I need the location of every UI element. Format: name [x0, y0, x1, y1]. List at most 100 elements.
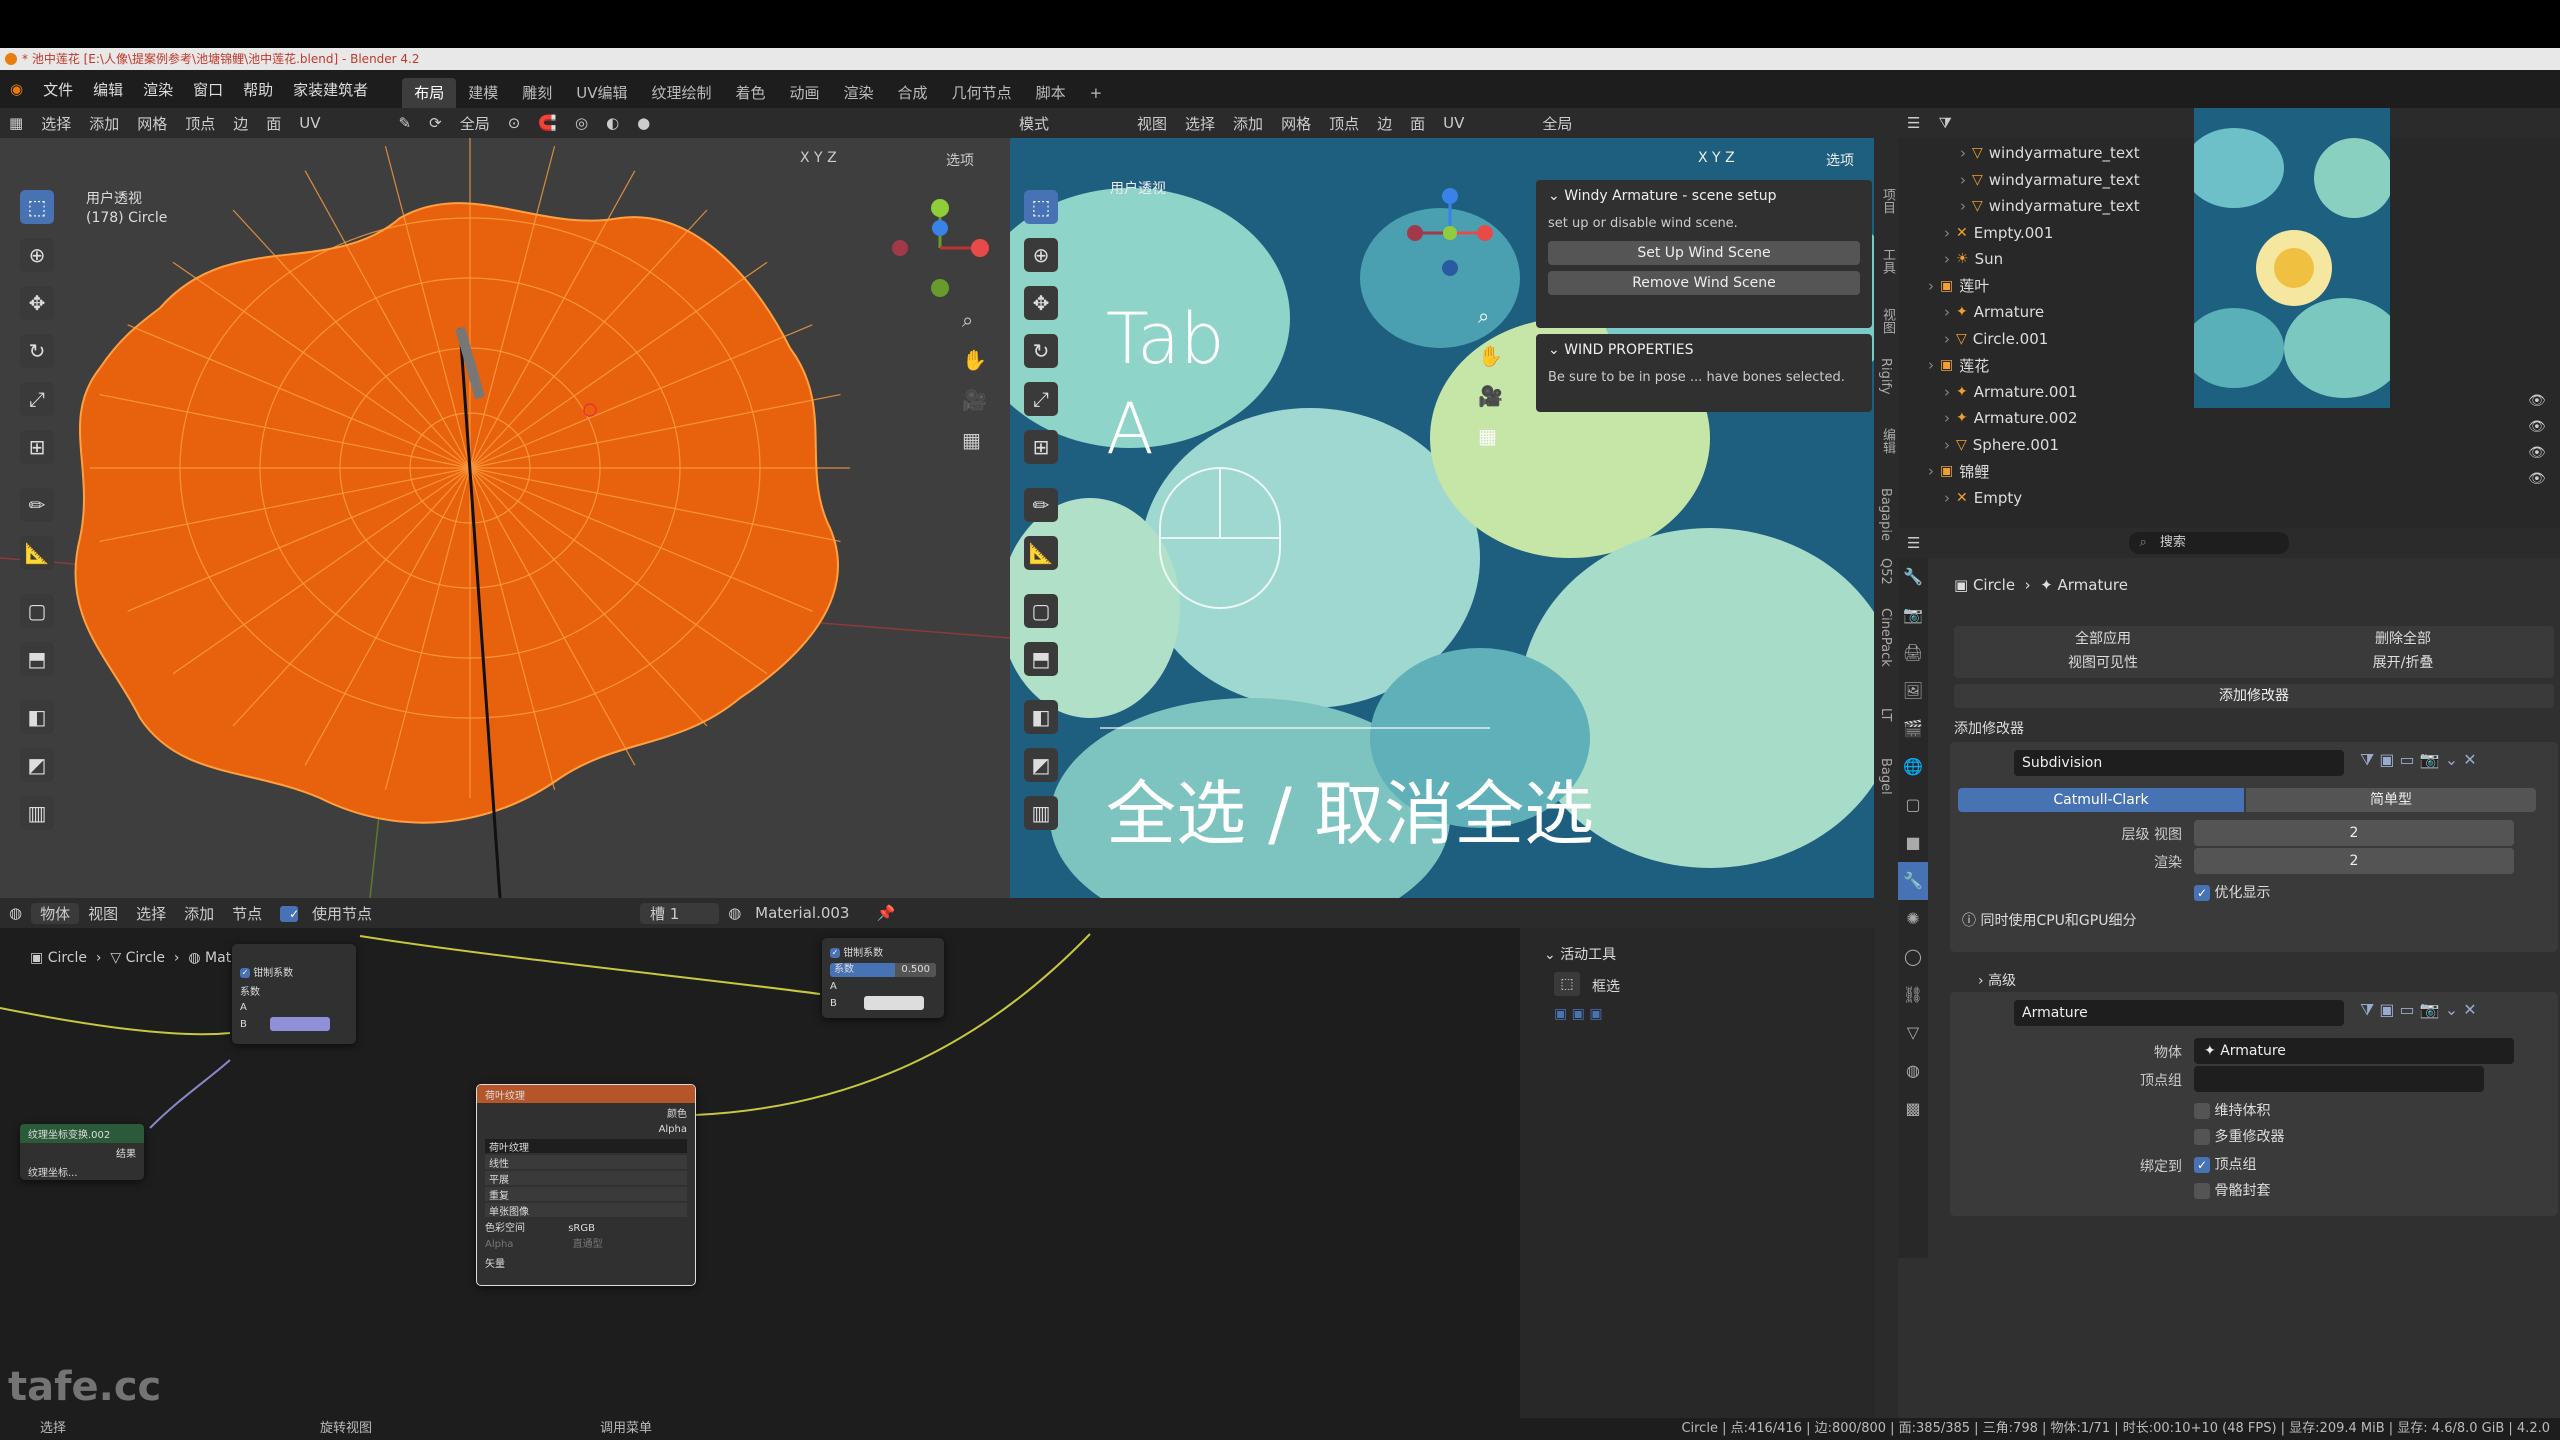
output-tab-icon[interactable]: 🖨 [1898, 634, 1928, 672]
optimal-display-checkbox[interactable]: ✓ 优化显示 [2194, 882, 2270, 902]
expand-chevron-icon[interactable]: › [1944, 330, 1950, 348]
r-select-box-tool[interactable]: ⬚ [1024, 190, 1058, 224]
constraints-tab-icon[interactable]: ⛓ [1898, 976, 1928, 1014]
r-measure-tool[interactable]: 📐 [1024, 536, 1058, 570]
menu-window[interactable]: 窗口 [183, 79, 233, 100]
particles-tab-icon[interactable]: ✺ [1898, 900, 1928, 938]
wind-properties-title[interactable]: ⌄ WIND PROPERTIES [1536, 334, 1872, 366]
texture-vector-input[interactable]: 矢量 [477, 1251, 695, 1274]
add-modifier-button[interactable]: 添加修改器 [1954, 684, 2554, 708]
outliner-row[interactable]: › ▽ windyarmature_text [1898, 167, 2140, 193]
tab-texture-paint[interactable]: 纹理绘制 [639, 78, 723, 108]
expand-chevron-icon[interactable]: › [1944, 489, 1950, 507]
r-zoom-icon[interactable]: ⌕ [1478, 304, 1489, 328]
expand-chevron-icon[interactable]: › [1960, 171, 1966, 189]
right-menu-edge[interactable]: 边 [1368, 113, 1401, 134]
eyedropper-icon[interactable]: ✎ [390, 114, 421, 132]
left-menu-face[interactable]: 面 [257, 113, 290, 134]
axis-toggles[interactable]: X Y Z [800, 150, 837, 166]
camera-view-icon[interactable]: 🎥 [962, 388, 987, 412]
armature-object-field[interactable]: ✦ Armature [2194, 1038, 2514, 1064]
object-tab-icon[interactable]: ■ [1898, 824, 1928, 862]
image-texture-node[interactable]: 荷叶纹理 颜色 Alpha 荷叶纹理 线性 平展 重复 单张图像 色彩空间 sR… [476, 1084, 696, 1286]
r-scale-tool[interactable]: ⤢ [1024, 382, 1058, 416]
r-options-dropdown[interactable]: 选项 [1826, 150, 1854, 170]
cursor-tool[interactable]: ⊕ [20, 238, 54, 272]
r-extrude-tool[interactable]: ⬒ [1024, 642, 1058, 676]
armature-name-field[interactable]: Armature [2014, 1000, 2344, 1026]
snap-icon[interactable]: 🧲 [529, 114, 566, 132]
outliner-row[interactable]: › ☀ Sun [1898, 246, 2003, 272]
r-pan-hand-icon[interactable]: ✋ [1478, 344, 1503, 368]
left-3d-viewport[interactable]: 用户透视 (178) Circle ⬚ ⊕ ✥ ↻ ⤢ ⊞ ✏ 📐 ▢ ⬒ ◧ … [0, 138, 1010, 898]
tab-layout[interactable]: 布局 [402, 78, 457, 108]
n-tab-q52[interactable]: Q52 [1878, 558, 1893, 585]
mix-right-clamp[interactable]: ✓ 钳制系数 [822, 938, 944, 961]
r-inset-tool[interactable]: ◧ [1024, 700, 1058, 734]
outliner-filter-icon[interactable]: ⧩ [1929, 114, 1960, 132]
tab-uv[interactable]: UV编辑 [564, 78, 639, 108]
left-menu-uv[interactable]: UV [290, 114, 329, 132]
left-menu-mesh[interactable]: 网格 [128, 113, 176, 134]
right-global-orientation[interactable]: 全局 [1533, 113, 1581, 134]
editor-type-icon[interactable]: ▦ [0, 114, 32, 132]
ortho-grid-icon[interactable]: ▦ [962, 428, 981, 452]
advanced-subpanel[interactable]: › 高级 [1978, 970, 2016, 990]
expand-chevron-icon[interactable]: › [1928, 277, 1934, 295]
expand-chevron-icon[interactable]: › [1928, 356, 1934, 374]
outliner-row[interactable]: › ✦ Armature.001 [1898, 379, 2078, 405]
source-dropdown[interactable]: 单张图像 [485, 1203, 687, 1218]
n-tab-tool[interactable]: 工具 [1878, 248, 1897, 274]
texture-image-selector[interactable]: 荷叶纹理 [485, 1139, 687, 1154]
texture-alpha-output[interactable]: Alpha [477, 1122, 695, 1137]
r-transform-tool[interactable]: ⊞ [1024, 430, 1058, 464]
r-axis-toggles[interactable]: X Y Z [1698, 150, 1735, 166]
add-workspace-button[interactable]: + [1078, 78, 1115, 108]
object-dropdown[interactable]: 物体 [31, 902, 80, 924]
outliner-row[interactable]: › ✕ Empty.001 [1898, 220, 2053, 246]
outliner-row[interactable]: › ▣ 莲叶 [1898, 273, 1989, 299]
armature-visibility-icons[interactable]: ⧩ ▣ ▭ 📷 ⌄ ✕ [2360, 1000, 2477, 1020]
n-tab-cinepack[interactable]: CinePack [1878, 608, 1893, 667]
properties-editor-icon[interactable]: ☰ [1898, 534, 1929, 552]
slot-dropdown[interactable]: 槽 1 [639, 902, 720, 924]
pivot-icon[interactable]: ⊙ [499, 114, 530, 132]
expand-chevron-icon[interactable]: › [1944, 224, 1950, 242]
outliner-visibility-column[interactable]: 👁 👁 👁 👁 [2528, 388, 2546, 492]
outliner-row[interactable]: › ▽ windyarmature_text [1898, 140, 2140, 166]
collection-tab-icon[interactable]: ▢ [1898, 786, 1928, 824]
loopcut-tool[interactable]: ▥ [20, 796, 54, 830]
texture-coord-output[interactable]: 结果 [20, 1143, 144, 1162]
wind-setup-title[interactable]: ⌄ Windy Armature - scene setup [1536, 180, 1872, 212]
select-mode-icons[interactable]: ▣ ▣ ▣ [1554, 1006, 1603, 1022]
properties-search[interactable]: ⌕ 搜索 [2129, 532, 2290, 554]
r-annotate-tool[interactable]: ✏ [1024, 488, 1058, 522]
left-options-dropdown[interactable]: 选项 [946, 150, 974, 170]
r-loopcut-tool[interactable]: ▥ [1024, 796, 1058, 830]
measure-tool[interactable]: 📐 [20, 536, 54, 570]
texture-coord-node[interactable]: 纹理坐标变换.002 结果 纹理坐标... [20, 1124, 144, 1180]
interpolation-dropdown[interactable]: 线性 [485, 1155, 687, 1170]
multi-modifier-checkbox[interactable]: 多重修改器 [2194, 1126, 2284, 1146]
zoom-icon[interactable]: ⌕ [962, 308, 973, 332]
vertex-group-field[interactable] [2194, 1066, 2484, 1092]
mix-factor-slider[interactable]: 系数 0.500 [830, 963, 936, 977]
outliner-editor-icon[interactable]: ☰ [1898, 114, 1929, 132]
n-tab-rigify[interactable]: Rigify [1878, 358, 1893, 395]
r-bevel-tool[interactable]: ◩ [1024, 748, 1058, 782]
viewport-visibility-button[interactable]: 视图可见性 [1958, 652, 2248, 674]
data-tab-icon[interactable]: ▽ [1898, 1014, 1928, 1052]
colorspace-row[interactable]: 色彩空间 sRGB [485, 1219, 687, 1234]
tab-sculpt[interactable]: 雕刻 [510, 78, 564, 108]
outliner-row[interactable]: › ▣ 莲花 [1898, 352, 1989, 378]
right-3d-viewport-rendered[interactable]: 用户透视 Tab A 全选 / 取消全选 ⬚ ⊕ ✥ ↻ ⤢ ⊞ ✏ 📐 ▢ ⬒… [1010, 138, 1874, 898]
blender-menu-icon[interactable]: ◉ [0, 80, 33, 98]
scale-tool[interactable]: ⤢ [20, 382, 54, 416]
menu-edit[interactable]: 编辑 [83, 79, 133, 100]
menu-render[interactable]: 渲染 [133, 79, 183, 100]
mix-node-right[interactable]: ✓ 钳制系数 系数 0.500 A B [822, 938, 944, 1018]
tab-rendering[interactable]: 渲染 [832, 78, 886, 108]
texture-color-output[interactable]: 颜色 [477, 1103, 695, 1122]
add-modifier-header[interactable]: 添加修改器 [1954, 718, 2024, 738]
r-add-cube-tool[interactable]: ▢ [1024, 594, 1058, 628]
